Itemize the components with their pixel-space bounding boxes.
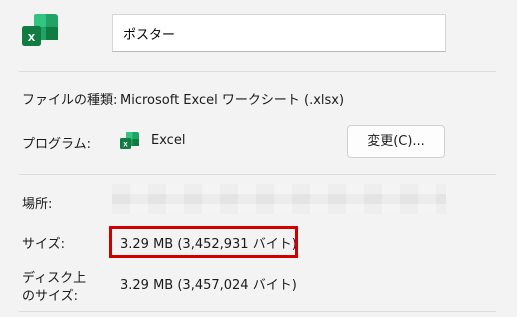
disk-size-value: 3.29 MB (3,457,024 バイト) (120, 278, 297, 293)
excel-app-icon: x (119, 131, 141, 151)
size-label: サイズ: (22, 237, 65, 252)
excel-file-icon: x (20, 12, 62, 52)
disk-size-label-line2: のサイズ: (22, 289, 78, 304)
program-name: Excel (151, 133, 186, 148)
file-type-value: Microsoft Excel ワークシート (.xlsx) (120, 93, 345, 108)
change-program-button[interactable]: 変更(C)... (347, 125, 445, 158)
file-type-label: ファイルの種類: (22, 93, 118, 108)
location-label: 場所: (22, 197, 53, 212)
size-highlight-box (109, 226, 298, 258)
divider-middle (19, 174, 496, 175)
file-name-input[interactable] (112, 14, 446, 52)
divider-top (19, 71, 496, 72)
svg-text:x: x (28, 29, 36, 44)
disk-size-label-line1: ディスク上 (22, 271, 87, 286)
divider-bottom (19, 311, 496, 312)
svg-text:x: x (123, 140, 128, 149)
location-value-blurred[interactable] (112, 184, 446, 214)
program-label: プログラム: (22, 137, 91, 152)
